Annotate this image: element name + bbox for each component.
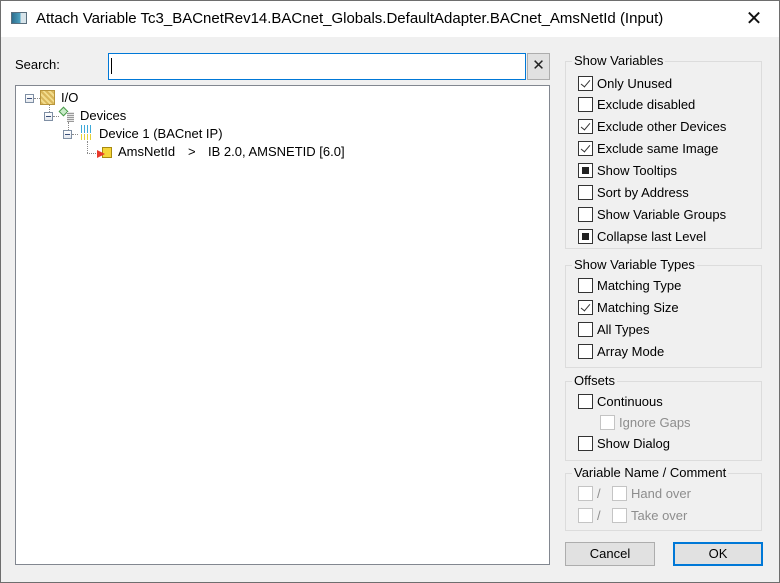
variable-tree[interactable]: I/O Devices Device 1 (BACnet IP) AmsNetI… [15,85,550,565]
app-window-icon [11,12,27,24]
input-variable-icon [97,145,113,161]
tree-connector [53,116,59,117]
checkbox-label: Matching Size [597,300,679,315]
checkbox-box[interactable] [578,322,593,337]
group-title: Variable Name / Comment [572,465,729,480]
checkbox-box[interactable] [578,76,593,91]
devices-icon [60,107,76,123]
checkbox-label: Continuous [597,394,663,409]
checkbox-label: Show Tooltips [597,163,677,178]
take-over-comment-checkbox [612,508,627,523]
hand-over-comment-checkbox [612,486,627,501]
checkbox-box[interactable] [578,436,593,451]
text-caret [111,58,112,74]
group-title: Offsets [572,373,617,388]
checkbox-label: Matching Type [597,278,682,293]
group-title: Show Variable Types [572,257,697,272]
checkbox-label: Sort by Address [597,185,689,200]
io-icon [40,90,55,105]
checkbox-box[interactable] [578,278,593,293]
title-bar: Attach Variable Tc3_BACnetRev14.BACnet_G… [1,1,779,37]
checkbox-label: All Types [597,322,650,337]
checkbox-box[interactable] [578,229,593,244]
checkbox-label: Exclude same Image [597,141,719,156]
checkbox-box[interactable] [578,344,593,359]
tree-node-detail: IB 2.0, AMSNETID [6.0] [208,144,345,159]
show-variables-group: Show Variables Only Unused Exclude disab… [565,53,762,249]
tree-node-amsnetid[interactable]: AmsNetId > IB 2.0, AMSNETID [6.0] [16,143,416,161]
variable-name-comment-group: Variable Name / Comment / Hand over / Ta… [565,465,762,531]
cancel-button[interactable]: Cancel [565,542,655,566]
checkbox-box[interactable] [578,207,593,222]
checkbox-box[interactable] [578,163,593,178]
slash-separator: / [597,486,601,501]
collapse-toggle[interactable] [25,94,34,103]
checkbox-box [600,415,615,430]
take-over-name-checkbox [578,508,593,523]
checkbox-label: Show Dialog [597,436,670,451]
checkbox-box[interactable] [578,300,593,315]
checkbox-box[interactable] [578,97,593,112]
hand-over-row: / Hand over [578,485,758,503]
ok-button[interactable]: OK [673,542,763,566]
checkbox-label: Show Variable Groups [597,207,727,222]
tree-node-label: Device 1 (BACnet IP) [99,126,223,141]
checkbox-box[interactable] [578,394,593,409]
clear-search-button[interactable]: ✕ [527,53,550,80]
checkbox-box[interactable] [578,185,593,200]
tree-node-label: I/O [61,90,79,105]
checkbox-label: Exclude other Devices [597,119,727,134]
tree-connector [72,134,78,135]
offsets-group: Offsets Continuous Ignore Gaps Show Dial… [565,373,762,461]
attach-variable-dialog: Attach Variable Tc3_BACnetRev14.BACnet_G… [0,0,780,583]
tree-node-label: AmsNetId [118,144,176,159]
checkbox-label: Only Unused [597,76,673,91]
dialog-title: Attach Variable Tc3_BACnetRev14.BACnet_G… [36,10,664,27]
search-input[interactable] [108,53,526,80]
checkbox-label: Array Mode [597,344,665,359]
tree-node-separator: > [188,144,196,159]
checkbox-box[interactable] [578,119,593,134]
checkbox-label: Exclude disabled [597,97,696,112]
collapse-toggle[interactable] [63,130,72,139]
hand-over-label: Hand over [631,486,691,501]
checkbox-label: Ignore Gaps [619,415,691,430]
close-button[interactable]: ✕ [739,7,769,31]
tree-node-label: Devices [80,108,127,123]
checkbox-box[interactable] [578,141,593,156]
show-variable-types-group: Show Variable Types Matching Type Matchi… [565,257,762,368]
slash-separator: / [597,508,601,523]
device-icon [79,125,95,141]
hand-over-name-checkbox [578,486,593,501]
take-over-row: / Take over [578,507,758,525]
group-title: Show Variables [572,53,666,68]
collapse-toggle[interactable] [44,112,53,121]
search-label: Search: [15,57,60,72]
checkbox-label: Collapse last Level [597,229,707,244]
take-over-label: Take over [631,508,688,523]
